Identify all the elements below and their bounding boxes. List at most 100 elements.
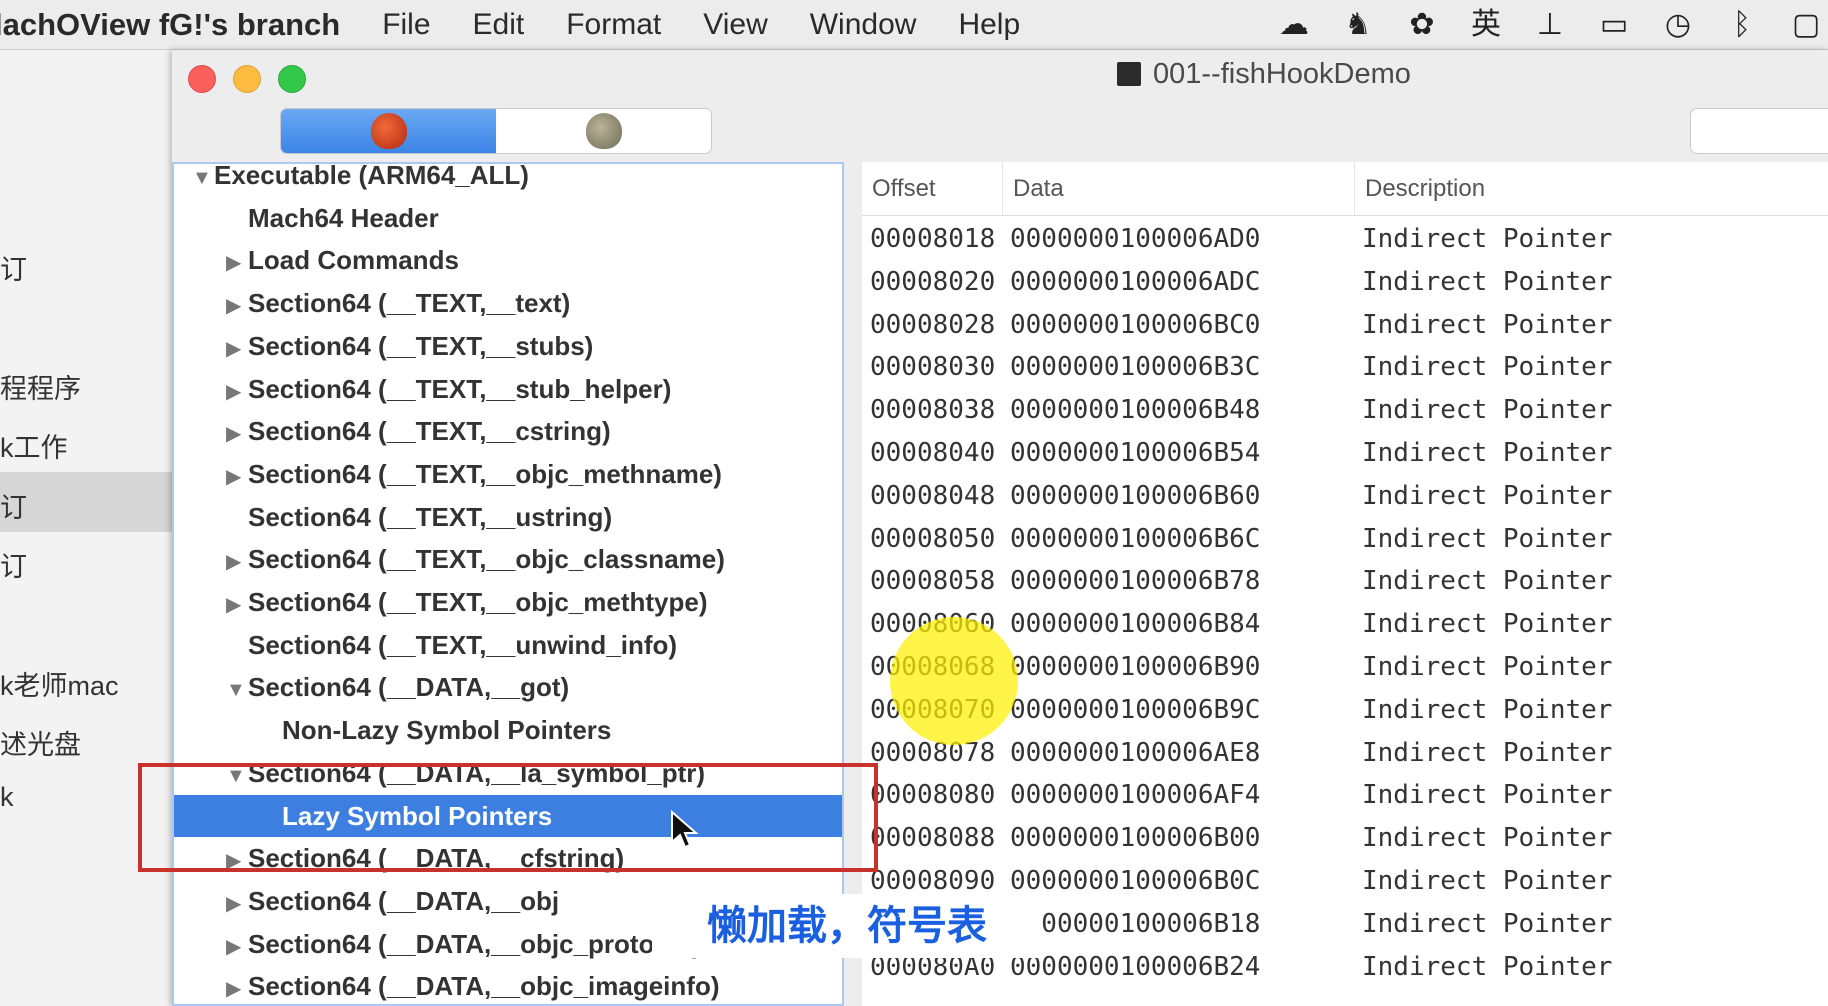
offset-cell: 00008028 xyxy=(870,309,996,340)
menu-edit[interactable]: Edit xyxy=(473,8,525,42)
outline-item[interactable]: Section64 (__TEXT,__unwind_info) xyxy=(174,624,842,666)
outline-item[interactable]: ▶ Section64 (__DATA,__objc_imageinfo) xyxy=(174,965,842,1004)
outline-item[interactable]: ▶ Section64 (__TEXT,__objc_classname) xyxy=(174,538,842,583)
background-sidebar-item: 订 xyxy=(0,255,27,285)
grey-apple-icon xyxy=(585,113,622,149)
table-row[interactable]: 00008020 0000000100006ADC Indirect Pointer xyxy=(862,261,1828,303)
offset-cell: 00008040 xyxy=(870,438,996,468)
description-cell: Indirect Pointer xyxy=(1362,566,1613,597)
outline-item[interactable]: ▶ Section64 (__TEXT,__stub_helper) xyxy=(174,368,842,413)
table-row[interactable]: 000080600000000100006B84Indirect Pointer xyxy=(862,603,1828,645)
offset-cell: 00008020 xyxy=(870,266,996,297)
disclosure-collapsed-icon[interactable]: ▶ xyxy=(226,371,248,413)
red-apple-icon xyxy=(370,113,407,149)
outline-item-label: Section64 (__TEXT,__objc_methname) xyxy=(248,458,722,489)
disclosure-collapsed-icon[interactable]: ▶ xyxy=(226,968,248,1004)
background-sidebar-item: 订 xyxy=(0,493,27,523)
menu-view[interactable]: View xyxy=(703,8,767,42)
display-icon[interactable]: ▭ xyxy=(1592,8,1636,42)
disclosure-expanded-icon[interactable]: ▼ xyxy=(226,669,248,711)
disclosure-expanded-icon[interactable]: ▼ xyxy=(192,164,214,199)
table-row[interactable]: 00008040 0000000100006B54 Indirect Pointer xyxy=(862,432,1828,474)
table-header: Offset Data Description xyxy=(862,162,1828,216)
disclosure-collapsed-icon[interactable]: ▶ xyxy=(226,541,248,583)
disclosure-collapsed-icon[interactable]: ▶ xyxy=(226,926,248,968)
offset-cell: 00008080 xyxy=(870,780,996,811)
time-machine-icon[interactable]: ◷ xyxy=(1656,8,1700,42)
table-row[interactable]: 00008078 0000000100006AE8 Indirect Pointer xyxy=(862,732,1828,774)
offset-cell: 00008058 xyxy=(870,566,996,597)
cursor-highlight-circle xyxy=(890,617,1018,745)
disclosure-collapsed-icon[interactable]: ▶ xyxy=(226,413,248,455)
raw-view-segment[interactable] xyxy=(281,109,496,153)
outline-item-label: Section64 (__TEXT,__objc_methtype) xyxy=(248,587,708,617)
data-cell: 0000000100006B78 xyxy=(1010,566,1261,597)
menu-window[interactable]: Window xyxy=(810,8,917,42)
outline-item[interactable]: Non-Lazy Symbol Pointers xyxy=(174,709,842,751)
rva-view-segment[interactable] xyxy=(496,109,711,153)
data-cell: 0000000100006BC0 xyxy=(1010,309,1261,340)
app-menu[interactable]: lachOView fG!'s branch xyxy=(0,7,340,43)
description-cell: Indirect Pointer xyxy=(1362,438,1613,468)
evernote-icon[interactable]: ♞ xyxy=(1336,8,1380,42)
disclosure-collapsed-icon[interactable]: ▶ xyxy=(226,285,248,327)
table-row[interactable]: 00008088 0000000100006B00 Indirect Pointer xyxy=(862,817,1828,859)
disclosure-collapsed-icon[interactable]: ▶ xyxy=(226,456,248,498)
table-row[interactable]: 00008028 0000000100006BC0 Indirect Pointer xyxy=(862,304,1828,346)
outline-item[interactable]: ▼Section64 (__DATA,__got) xyxy=(174,666,842,711)
status-bar-icons: ☁ ♞ ✿ 英 ⊥ ▭ ◷ ᛒ ▢ xyxy=(1252,0,1828,50)
minimize-button[interactable] xyxy=(233,65,261,93)
disclosure-collapsed-icon[interactable]: ▶ xyxy=(226,584,248,626)
outline-item-label: Executable (ARM64_ALL) xyxy=(214,162,529,190)
pin-icon[interactable]: ⊥ xyxy=(1528,8,1572,42)
menu-format[interactable]: Format xyxy=(566,8,661,42)
outline-item[interactable]: ▶ Section64 (__TEXT,__objc_methname) xyxy=(174,453,842,498)
description-cell: Indirect Pointer xyxy=(1362,352,1613,383)
table-row[interactable]: 00008058 0000000100006B78 Indirect Pointer xyxy=(862,560,1828,602)
table-row[interactable]: 00008018 0000000100006AD0 Indirect Pointer xyxy=(862,218,1828,260)
disclosure-collapsed-icon[interactable]: ▶ xyxy=(226,242,248,284)
column-header-offset[interactable]: Offset xyxy=(862,162,1002,216)
screen-mirror-icon[interactable]: ▢ xyxy=(1784,8,1828,42)
data-cell: 0000000100006B00 xyxy=(1010,823,1261,854)
disclosure-collapsed-icon[interactable]: ▶ xyxy=(226,883,248,925)
table-row[interactable]: 00008030 0000000100006B3C Indirect Pointer xyxy=(862,346,1828,388)
table-row[interactable]: 00008050 0000000100006B6C Indirect Pointer xyxy=(862,518,1828,560)
outline-item[interactable]: ▶ Section64 (__TEXT,__stubs) xyxy=(174,325,842,370)
table-row[interactable]: 00008038 0000000100006B48 Indirect Pointer xyxy=(862,389,1828,431)
description-cell: Indirect Pointer xyxy=(1362,908,1613,939)
disclosure-collapsed-icon[interactable]: ▶ xyxy=(226,328,248,370)
split-view-divider[interactable] xyxy=(844,162,862,1006)
background-sidebar-item: k工作 xyxy=(0,433,68,463)
zoom-button[interactable] xyxy=(278,65,306,93)
table-row[interactable]: 00008080 0000000100006AF4 Indirect Pointer xyxy=(862,774,1828,816)
outline-item[interactable]: ▼Executable (ARM64_ALL) xyxy=(174,162,842,199)
outline-item[interactable]: ▶ Load Commands xyxy=(174,239,842,284)
outline-item[interactable]: ▶ Section64 (__TEXT,__text) xyxy=(174,282,842,327)
data-cell: 0000000100006AD0 xyxy=(1010,224,1261,254)
column-header-data[interactable]: Data xyxy=(1002,162,1354,216)
cloud-sync-icon[interactable]: ☁ xyxy=(1272,8,1316,42)
data-cell: 0000000100006B84 xyxy=(1010,609,1261,640)
description-cell: Indirect Pointer xyxy=(1362,609,1613,640)
background-sidebar-item: k老师mac xyxy=(0,671,119,701)
description-cell: Indirect Pointer xyxy=(1362,951,1613,982)
table-row[interactable]: 00008048 0000000100006B60 Indirect Pointer xyxy=(862,475,1828,517)
outline-item[interactable]: Mach64 Header xyxy=(174,197,842,239)
column-header-description[interactable]: Description xyxy=(1354,162,1828,216)
search-input[interactable] xyxy=(1690,108,1828,154)
outline-item-label: Section64 (__TEXT,__stub_helper) xyxy=(248,373,672,404)
data-cell: 0000000100006B6C xyxy=(1010,523,1261,554)
outline-item[interactable]: ▶ Section64 (__TEXT,__cstring) xyxy=(174,410,842,455)
outline-item-label: Non-Lazy Symbol Pointers xyxy=(282,715,612,746)
outline-item[interactable]: Section64 (__TEXT,__ustring) xyxy=(174,496,842,538)
outline-item[interactable]: ▶ Section64 (__TEXT,__objc_methtype) xyxy=(174,581,842,626)
leaf-icon[interactable]: ✿ xyxy=(1400,8,1444,42)
bluetooth-icon[interactable]: ᛒ xyxy=(1720,8,1764,42)
outline-item-label: Section64 (__TEXT,__objc_classname) xyxy=(248,544,725,575)
data-cell: 0000000100006B3C xyxy=(1010,352,1261,383)
close-button[interactable] xyxy=(188,65,216,93)
menu-help[interactable]: Help xyxy=(958,8,1020,42)
input-method-icon[interactable]: 英 xyxy=(1464,8,1508,42)
menu-file[interactable]: File xyxy=(382,8,430,42)
